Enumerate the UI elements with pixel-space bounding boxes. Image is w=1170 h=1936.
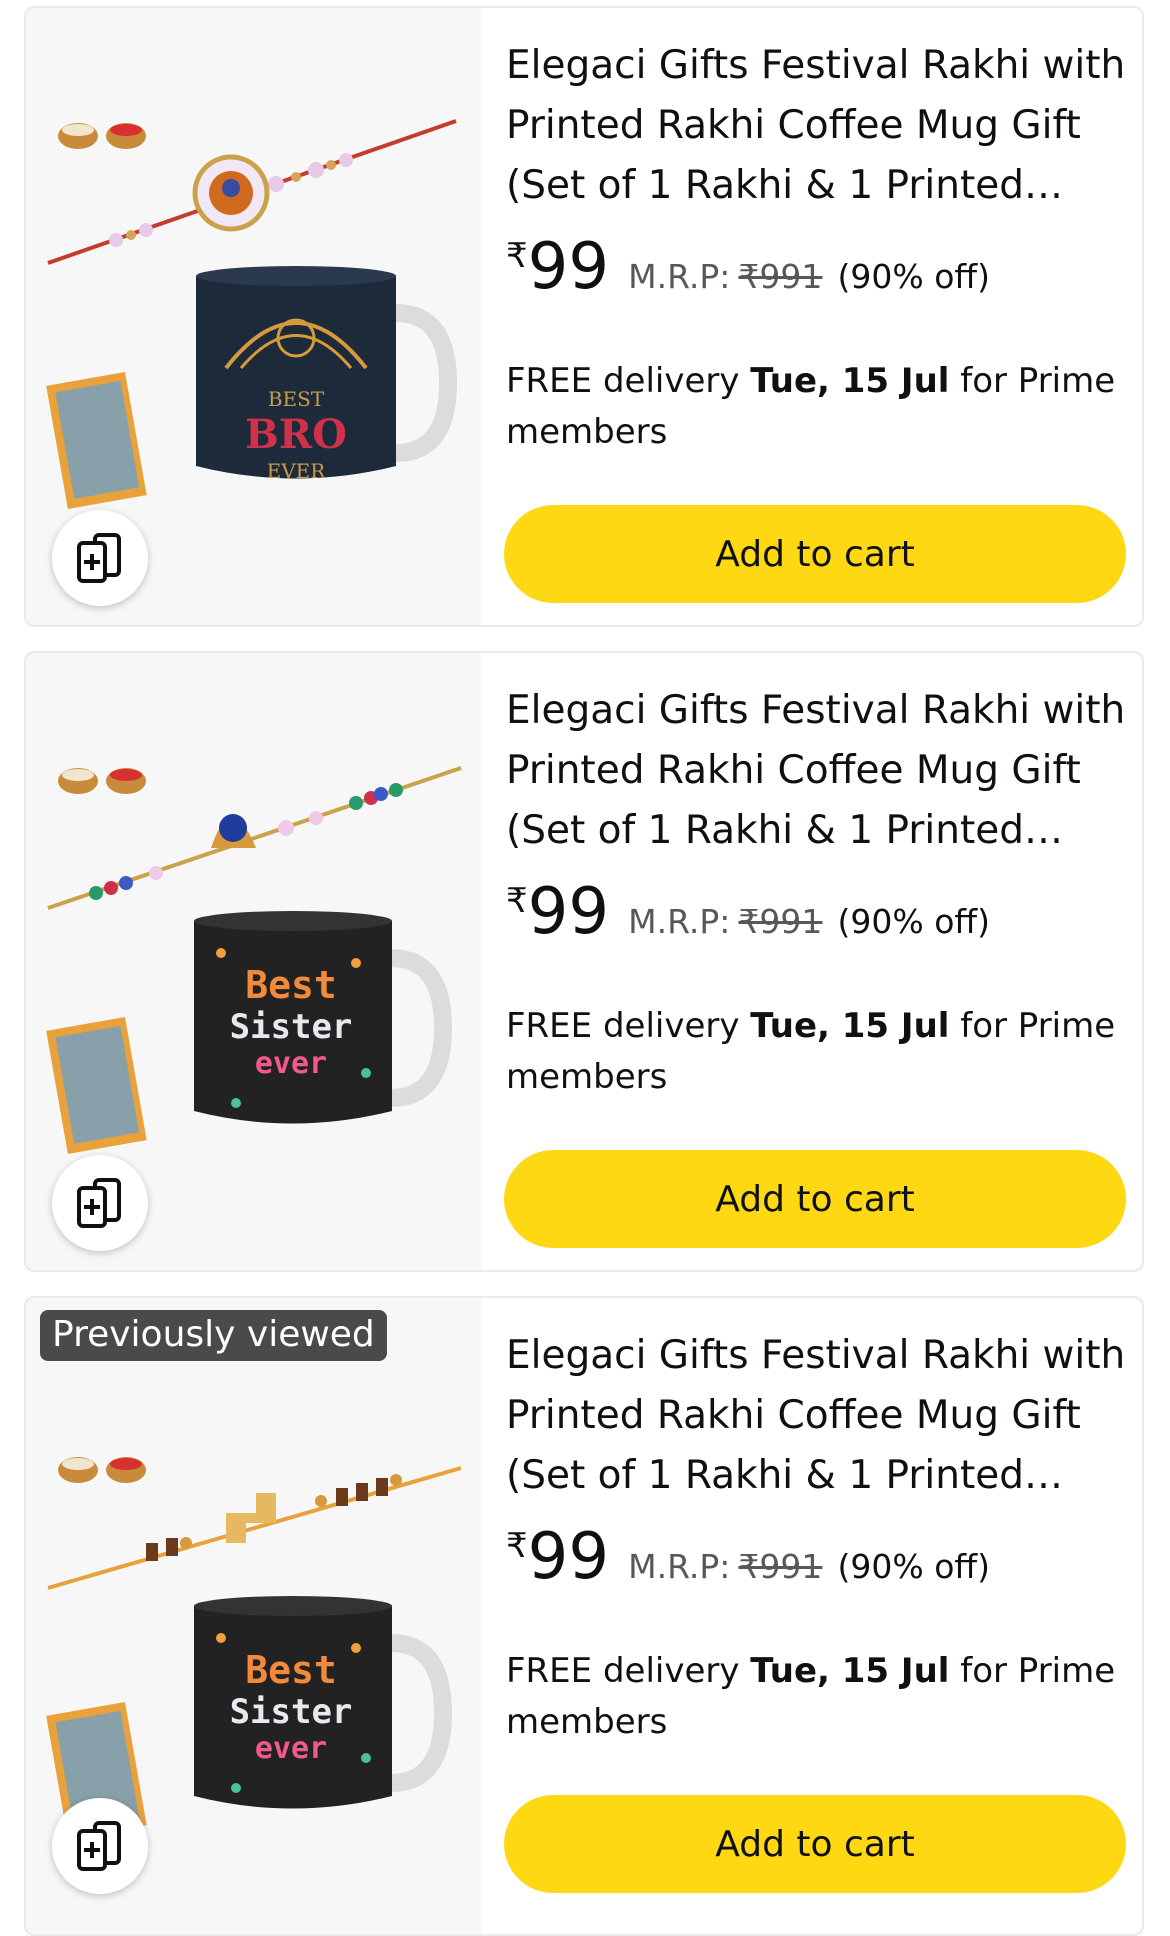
add-to-cart-button[interactable]: Add to cart — [504, 1150, 1126, 1248]
mrp-label: M.R.P: — [628, 1547, 731, 1586]
discount: (90% off) — [837, 257, 990, 296]
delivery-info: FREE delivery Tue, 15 Jul for Prime memb… — [506, 1001, 1131, 1103]
product-title[interactable]: Elegaci Gifts Festival Rakhi with Printe… — [506, 681, 1131, 861]
mrp-label: M.R.P: — [628, 257, 731, 296]
product-image[interactable]: Best Sister ever — [26, 653, 481, 1270]
compare-add-button[interactable] — [52, 1155, 148, 1251]
delivery-prefix: FREE delivery — [506, 361, 751, 401]
mrp: M.R.P: ₹991 — [628, 257, 822, 296]
price: 99 — [527, 1520, 610, 1594]
product-card[interactable]: Best Sister ever Elegaci Gifts Festival … — [24, 651, 1144, 1272]
product-title[interactable]: Elegaci Gifts Festival Rakhi with Printe… — [506, 36, 1131, 216]
compare-add-button[interactable] — [52, 1798, 148, 1894]
svg-text:Sister: Sister — [230, 1692, 353, 1732]
delivery-date: Tue, 15 Jul — [750, 1006, 950, 1046]
price: 99 — [527, 230, 610, 304]
product-image[interactable]: Best Sister ever Previously viewed — [26, 1298, 481, 1934]
price-row: ₹99 M.R.P: ₹991 (90% off) — [506, 1522, 990, 1592]
product-card[interactable]: BEST BRO EVER Elegaci Gifts Festival Rak… — [24, 6, 1144, 627]
discount: (90% off) — [837, 1547, 990, 1586]
svg-text:Best: Best — [245, 1648, 337, 1692]
svg-text:ever: ever — [255, 1046, 327, 1081]
price: 99 — [527, 875, 610, 949]
compare-add-button[interactable] — [52, 510, 148, 606]
price-row: ₹99 M.R.P: ₹991 (90% off) — [506, 232, 990, 302]
mrp-value: ₹991 — [738, 257, 823, 296]
delivery-info: FREE delivery Tue, 15 Jul for Prime memb… — [506, 1646, 1131, 1748]
compare-add-icon — [77, 533, 121, 583]
compare-add-icon — [77, 1821, 121, 1871]
svg-text:Sister: Sister — [230, 1007, 353, 1047]
mrp-value: ₹991 — [738, 902, 823, 941]
currency-symbol: ₹ — [506, 236, 528, 276]
svg-text:BRO: BRO — [245, 411, 347, 458]
svg-text:Best: Best — [245, 963, 337, 1007]
mrp-value: ₹991 — [738, 1547, 823, 1586]
delivery-date: Tue, 15 Jul — [750, 361, 950, 401]
previously-viewed-badge: Previously viewed — [40, 1310, 387, 1361]
svg-text:ever: ever — [255, 1731, 327, 1766]
delivery-prefix: FREE delivery — [506, 1006, 751, 1046]
discount: (90% off) — [837, 902, 990, 941]
currency-symbol: ₹ — [506, 881, 528, 921]
product-card[interactable]: Best Sister ever Previously viewed Elega… — [24, 1296, 1144, 1936]
currency-symbol: ₹ — [506, 1526, 528, 1566]
mrp: M.R.P: ₹991 — [628, 1547, 822, 1586]
delivery-prefix: FREE delivery — [506, 1651, 751, 1691]
add-to-cart-button[interactable]: Add to cart — [504, 1795, 1126, 1893]
delivery-date: Tue, 15 Jul — [750, 1651, 950, 1691]
delivery-info: FREE delivery Tue, 15 Jul for Prime memb… — [506, 356, 1131, 458]
svg-text:EVER: EVER — [267, 459, 327, 483]
mrp: M.R.P: ₹991 — [628, 902, 822, 941]
add-to-cart-button[interactable]: Add to cart — [504, 505, 1126, 603]
compare-add-icon — [77, 1178, 121, 1228]
product-title[interactable]: Elegaci Gifts Festival Rakhi with Printe… — [506, 1326, 1131, 1506]
product-image[interactable]: BEST BRO EVER — [26, 8, 481, 625]
svg-text:BEST: BEST — [268, 387, 325, 411]
price-row: ₹99 M.R.P: ₹991 (90% off) — [506, 877, 990, 947]
mrp-label: M.R.P: — [628, 902, 731, 941]
